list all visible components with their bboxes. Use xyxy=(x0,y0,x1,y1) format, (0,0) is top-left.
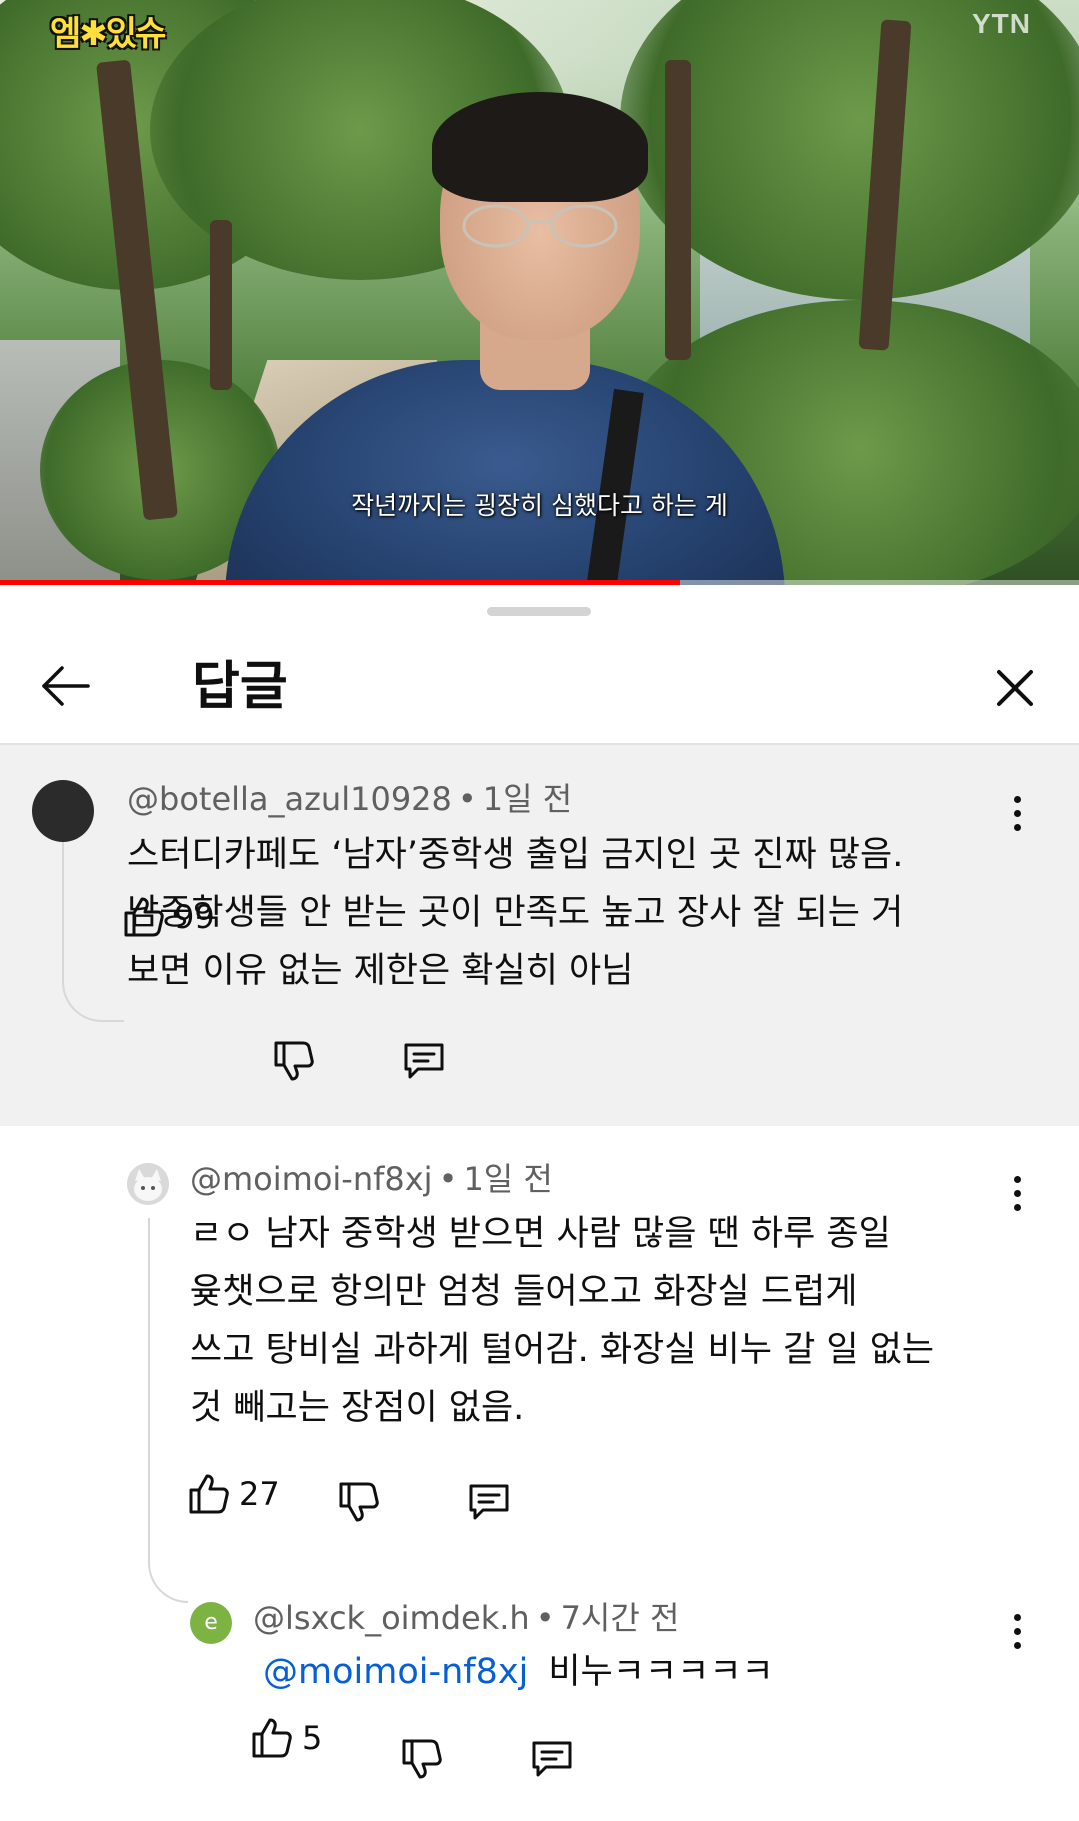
video-subtitle: 작년까지는 굉장히 심했다고 하는 게 xyxy=(351,491,728,520)
cat-avatar-icon xyxy=(127,1163,169,1205)
comment-actions: 27 xyxy=(185,1464,585,1524)
channel-logo: 엠✱있슈 xyxy=(50,14,166,54)
video-person-glasses xyxy=(462,204,618,248)
like-button[interactable]: 5 xyxy=(248,1708,322,1768)
reply-button[interactable] xyxy=(465,1478,513,1530)
replies-sheet: 답글 @botella_azul10928 • 1일 전 스터디카페도 ‘남자’중학… xyxy=(0,585,1079,1821)
comment-text: @moimoi-nf8xj 비누ㅋㅋㅋㅋㅋ xyxy=(263,1643,774,1701)
thread-connector xyxy=(148,1558,188,1603)
thumb-up-icon xyxy=(124,897,164,937)
comment-line: 스터디카페도 ‘남자’중학생 출입 금지인 곳 진짜 많음. xyxy=(127,835,904,875)
comment-author[interactable]: @moimoi-nf8xj xyxy=(190,1160,433,1198)
comment-actions: 5 xyxy=(248,1708,648,1768)
like-button[interactable]: 99 xyxy=(120,887,215,947)
reply-button[interactable] xyxy=(528,1735,576,1787)
dislike-button[interactable] xyxy=(398,1735,446,1787)
comment-line: 비누ㅋㅋㅋㅋㅋ xyxy=(548,1652,774,1692)
like-button[interactable]: 27 xyxy=(185,1464,280,1524)
more-vert-icon xyxy=(1013,795,1021,803)
broadcaster-watermark: YTN xyxy=(972,8,1031,39)
back-button[interactable] xyxy=(30,651,100,721)
mention-link[interactable]: @moimoi-nf8xj xyxy=(263,1652,528,1692)
comment-author[interactable]: @lsxck_oimdek.h xyxy=(253,1599,530,1637)
like-count: 27 xyxy=(239,1475,280,1513)
close-button[interactable] xyxy=(980,653,1050,723)
more-options-button[interactable] xyxy=(995,783,1039,843)
more-vert-icon xyxy=(1013,1613,1021,1621)
thumb-up-icon xyxy=(189,1474,229,1514)
comment-meta: @lsxck_oimdek.h • 7시간 전 xyxy=(253,1599,680,1637)
reply-button[interactable] xyxy=(400,1037,448,1089)
video-tree-trunk xyxy=(210,220,232,390)
arrow-left-icon xyxy=(42,666,90,706)
comment-reply-icon xyxy=(404,1043,444,1079)
like-count: 99 xyxy=(174,898,215,936)
avatar[interactable] xyxy=(127,1163,169,1205)
drag-handle[interactable] xyxy=(487,607,591,616)
comment-line: ㄹㅇ 남자 중학생 받으면 사람 많을 땐 하루 종일 xyxy=(190,1214,891,1254)
avatar[interactable]: e xyxy=(190,1602,232,1644)
thumb-up-icon xyxy=(252,1718,292,1758)
more-options-button[interactable] xyxy=(995,1601,1039,1661)
dislike-button[interactable] xyxy=(270,1037,318,1089)
comment-line: 보면 이유 없는 제한은 확실히 아님 xyxy=(127,951,634,991)
thread-line xyxy=(62,827,64,972)
comment-meta: @botella_azul10928 • 1일 전 xyxy=(127,780,573,818)
comment-time: 1일 전 xyxy=(463,1160,553,1198)
sheet-title: 답글 xyxy=(192,657,288,717)
thumb-down-icon xyxy=(402,1739,442,1779)
video-player[interactable]: 엠✱있슈 YTN 작년까지는 굉장히 심했다고 하는 게 xyxy=(0,0,1079,585)
dislike-button[interactable] xyxy=(335,1478,383,1530)
thread-line xyxy=(148,1218,150,1558)
comment-line: 쓰고 탕비실 과하게 털어감. 화장실 비누 갈 일 없는 xyxy=(190,1330,935,1370)
close-icon xyxy=(997,670,1033,706)
comment-actions: 99 xyxy=(120,887,520,947)
comment-reply-icon xyxy=(469,1484,509,1520)
comment-text: ㄹㅇ 남자 중학생 받으면 사람 많을 땐 하루 종일 윶챗으로 항의만 엄청 … xyxy=(190,1205,934,1437)
thumb-down-icon xyxy=(274,1041,314,1081)
avatar[interactable] xyxy=(32,780,94,842)
comment-line: 윶챗으로 항의만 엄청 들어오고 화장실 드럽게 xyxy=(190,1272,858,1312)
comment-time: 7시간 전 xyxy=(560,1599,680,1637)
sheet-header: 답글 xyxy=(0,633,1079,743)
comment-reply-icon xyxy=(532,1741,572,1777)
comment-meta: @moimoi-nf8xj • 1일 전 xyxy=(190,1160,553,1198)
like-count: 5 xyxy=(302,1719,323,1757)
more-options-button[interactable] xyxy=(995,1163,1039,1223)
avatar-letter: e xyxy=(204,1610,218,1635)
comment-line: 것 빼고는 장점이 없음. xyxy=(190,1388,525,1428)
more-vert-icon xyxy=(1013,1175,1021,1183)
video-tree-trunk xyxy=(665,60,691,360)
comment-time: 1일 전 xyxy=(482,780,573,818)
video-person-hair xyxy=(432,92,648,202)
thumb-down-icon xyxy=(339,1482,379,1522)
comment-author[interactable]: @botella_azul10928 xyxy=(127,780,452,818)
